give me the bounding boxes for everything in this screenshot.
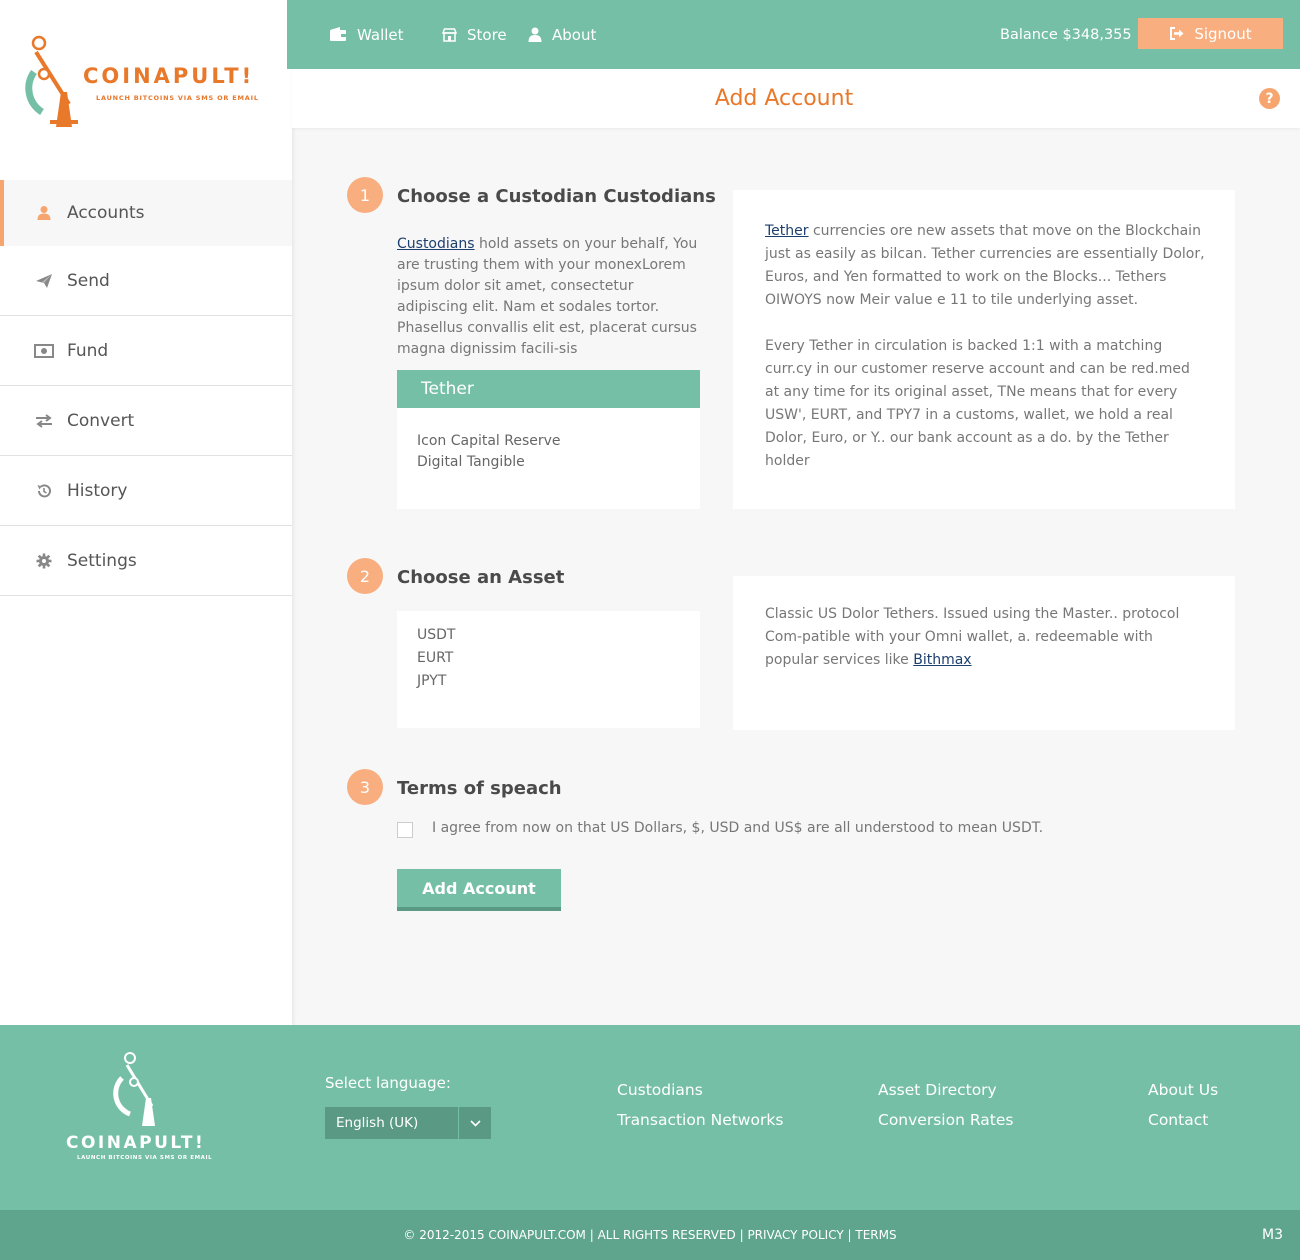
brand-tagline: LAUNCH BITCOINS VIA SMS OR EMAIL xyxy=(96,94,259,102)
title-bar: Add Account ? xyxy=(292,69,1300,128)
wallet-icon xyxy=(330,27,346,41)
chevron-down-icon xyxy=(458,1107,491,1139)
nav-store[interactable]: Store xyxy=(442,0,507,69)
gear-icon xyxy=(34,551,54,571)
page-title: Add Account xyxy=(714,86,854,111)
step-1-badge: 1 xyxy=(347,177,383,213)
custodians-link[interactable]: Custodians xyxy=(397,236,475,252)
agree-checkbox[interactable] xyxy=(397,822,413,838)
sidebar-nav: Accounts Send Fund Convert History Setti… xyxy=(0,180,292,596)
signout-button[interactable]: Signout xyxy=(1138,18,1283,49)
logo[interactable]: COINAPULT! LAUNCH BITCOINS VIA SMS OR EM… xyxy=(0,0,287,180)
copyright: © 2012-2015 COINAPULT.COM | ALL RIGHTS R… xyxy=(403,1228,897,1242)
sign-out-icon xyxy=(1170,27,1184,40)
sidebar-item-history[interactable]: History xyxy=(0,456,292,526)
version-badge: M3 xyxy=(1262,1227,1283,1243)
custodian-card: Tether Icon Capital Reserve Digital Tang… xyxy=(397,370,700,509)
footer: COINAPULT! LAUNCH BITCOINS VIA SMS OR EM… xyxy=(0,1025,1300,1210)
footer-brand-tagline: LAUNCH BITCOINS VIA SMS OR EMAIL xyxy=(77,1155,213,1161)
sidebar-item-label: Send xyxy=(67,270,110,291)
nav-about[interactable]: About xyxy=(528,0,596,69)
sidebar-item-convert[interactable]: Convert xyxy=(0,386,292,456)
custodian-option[interactable]: Icon Capital Reserve xyxy=(417,431,680,452)
signout-label: Signout xyxy=(1194,24,1252,43)
asset-info-card: Classic US Dolor Tethers. Issued using t… xyxy=(733,576,1235,730)
money-icon xyxy=(34,341,54,361)
asset-option[interactable]: USDT xyxy=(417,624,680,647)
exchange-icon xyxy=(34,411,54,431)
sidebar-item-label: Settings xyxy=(67,550,137,571)
sidebar: COINAPULT! LAUNCH BITCOINS VIA SMS OR EM… xyxy=(0,0,292,1025)
asset-option[interactable]: JPYT xyxy=(417,670,680,693)
language-value: English (UK) xyxy=(336,1115,419,1131)
custodian-description: Custodians hold assets on your behalf, Y… xyxy=(397,234,702,360)
step-2-title: Choose an Asset xyxy=(397,567,565,588)
footer-link-about-us[interactable]: About Us xyxy=(1148,1081,1218,1099)
asset-info-text: Classic US Dolor Tethers. Issued using t… xyxy=(765,606,1180,668)
balance: Balance $348,355 xyxy=(1000,26,1132,43)
language-select[interactable]: English (UK) xyxy=(325,1107,491,1139)
agree-label: I agree from now on that US Dollars, $, … xyxy=(432,820,1044,836)
footer-link-contact[interactable]: Contact xyxy=(1148,1111,1208,1129)
nav-wallet-label: Wallet xyxy=(357,25,404,44)
tether-info-card: Tether currencies ore new assets that mo… xyxy=(733,190,1235,509)
sidebar-item-label: History xyxy=(67,480,128,501)
tether-info-paragraph-2: Every Tether in circulation is backed 1:… xyxy=(765,338,1190,469)
bithmax-link[interactable]: Bithmax xyxy=(913,652,971,668)
tether-info-paragraph-1: Tether currencies ore new assets that mo… xyxy=(765,220,1205,312)
language-label: Select language: xyxy=(325,1074,451,1092)
nav-about-label: About xyxy=(552,25,597,44)
sidebar-item-label: Convert xyxy=(67,410,135,431)
custodian-option[interactable]: Digital Tangible xyxy=(417,452,680,473)
footer-link-custodians[interactable]: Custodians xyxy=(617,1081,703,1099)
bottom-bar: © 2012-2015 COINAPULT.COM | ALL RIGHTS R… xyxy=(0,1210,1300,1260)
catapult-logo-icon xyxy=(25,35,78,127)
nav-store-label: Store xyxy=(467,25,507,44)
footer-link-transaction-networks[interactable]: Transaction Networks xyxy=(617,1111,783,1129)
asset-option[interactable]: EURT xyxy=(417,647,680,670)
tether-info-text-1: currencies ore new assets that move on t… xyxy=(765,223,1205,308)
store-icon xyxy=(442,27,457,42)
sidebar-item-send[interactable]: Send xyxy=(0,246,292,316)
custodian-card-header[interactable]: Tether xyxy=(397,370,700,408)
custodian-description-text: hold assets on your behalf, You are trus… xyxy=(397,236,698,357)
footer-link-asset-directory[interactable]: Asset Directory xyxy=(878,1081,997,1099)
step-1-title: Choose a Custodian Custodians xyxy=(397,186,716,207)
user-icon xyxy=(34,203,54,223)
add-account-button[interactable]: Add Account xyxy=(397,869,561,911)
help-icon[interactable]: ? xyxy=(1259,88,1280,109)
nav-wallet[interactable]: Wallet xyxy=(329,0,404,69)
sidebar-item-settings[interactable]: Settings xyxy=(0,526,292,596)
brand-name: COINAPULT! xyxy=(83,64,255,88)
tether-link[interactable]: Tether xyxy=(765,223,809,239)
footer-brand-name: COINAPULT! xyxy=(66,1133,206,1153)
paper-plane-icon xyxy=(34,271,54,291)
history-icon xyxy=(34,481,54,501)
asset-list: USDT EURT JPYT xyxy=(397,611,700,728)
step-3-badge: 3 xyxy=(347,769,383,805)
catapult-logo-icon xyxy=(113,1052,155,1126)
sidebar-item-label: Fund xyxy=(67,340,109,361)
sidebar-item-label: Accounts xyxy=(67,203,145,223)
top-nav: Wallet Store About Balance $348,355 Sign… xyxy=(287,0,1300,69)
sidebar-item-accounts[interactable]: Accounts xyxy=(0,180,292,246)
footer-link-conversion-rates[interactable]: Conversion Rates xyxy=(878,1111,1013,1129)
step-2-badge: 2 xyxy=(347,558,383,594)
step-3-title: Terms of speach xyxy=(397,778,562,799)
user-icon xyxy=(528,27,542,42)
sidebar-item-fund[interactable]: Fund xyxy=(0,316,292,386)
